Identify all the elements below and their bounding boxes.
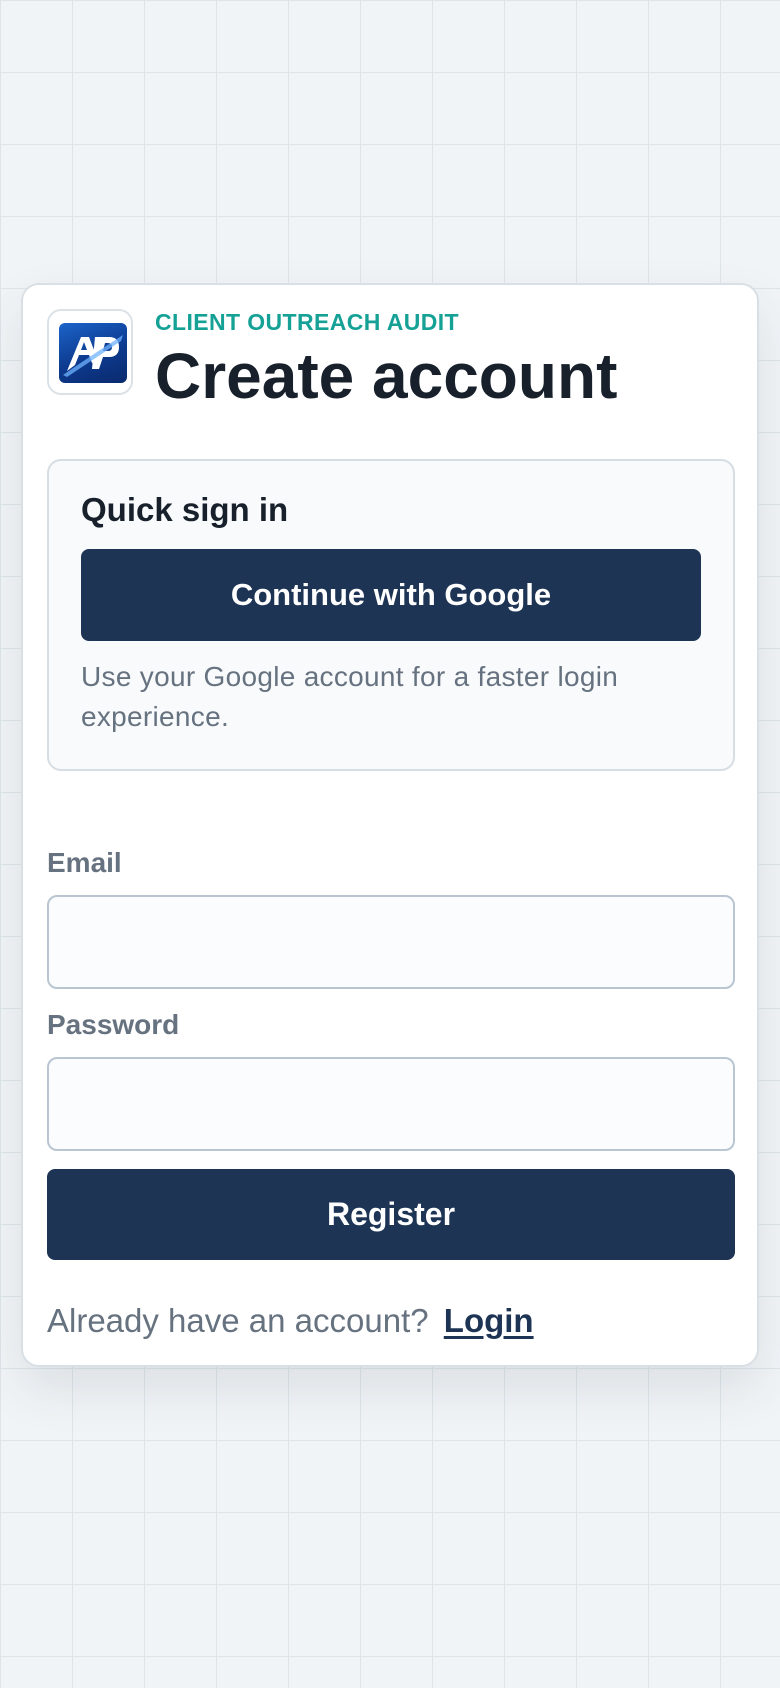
logo-container xyxy=(47,309,133,395)
login-prompt: Already have an account? Login xyxy=(47,1302,534,1340)
quick-sign-in-title: Quick sign in xyxy=(81,491,289,528)
email-label: Email xyxy=(47,847,122,878)
quick-sign-in-panel: Quick sign in Continue with Google Use y… xyxy=(47,459,735,771)
register-card: CLIENT OUTREACH AUDIT Create account Qui… xyxy=(21,283,759,1367)
login-prompt-text: Already have an account? xyxy=(47,1302,429,1339)
password-label: Password xyxy=(47,1009,180,1040)
continue-with-google-button[interactable]: Continue with Google xyxy=(81,549,701,641)
quick-sign-in-description: Use your Google account for a faster log… xyxy=(81,661,619,732)
login-link[interactable]: Login xyxy=(444,1302,534,1339)
register-button[interactable]: Register xyxy=(47,1169,735,1260)
ap-logo-glyph xyxy=(63,335,123,377)
password-field[interactable] xyxy=(47,1057,735,1151)
ap-logo-icon xyxy=(59,323,127,383)
email-field[interactable] xyxy=(47,895,735,989)
page-title: Create account xyxy=(155,340,618,412)
app-eyebrow: CLIENT OUTREACH AUDIT xyxy=(155,309,459,335)
card-header: CLIENT OUTREACH AUDIT Create account xyxy=(47,309,733,412)
